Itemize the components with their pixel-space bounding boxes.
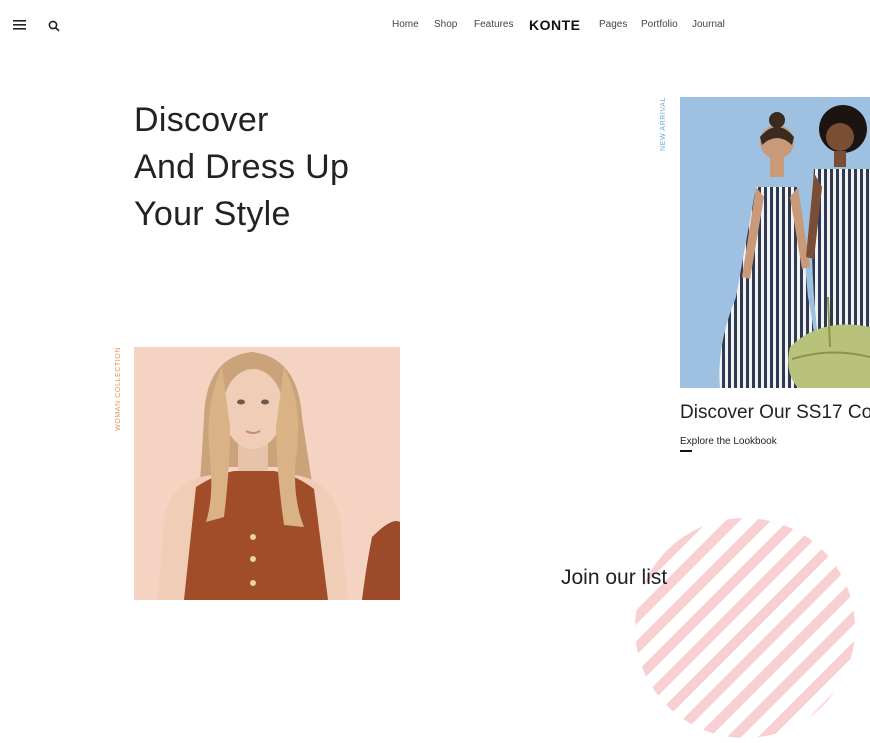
brand-logo[interactable]: KONTE: [529, 17, 581, 33]
nav-pages[interactable]: Pages: [599, 19, 627, 30]
newsletter-title: Join our list: [561, 566, 668, 589]
striped-circle-decoration: [635, 518, 855, 738]
nav-home[interactable]: Home: [392, 19, 419, 30]
hero-heading-line-3: Your Style: [134, 195, 291, 233]
hamburger-menu-icon[interactable]: [13, 16, 33, 36]
new-arrival-image[interactable]: [680, 97, 870, 388]
hero-heading-line-1: Discover: [134, 101, 269, 139]
woman-collection-label: WOMAN COLLECTION: [115, 347, 122, 431]
link-underline: [680, 450, 692, 452]
nav-journal[interactable]: Journal: [692, 19, 725, 30]
nav-portfolio[interactable]: Portfolio: [641, 19, 678, 30]
nav-features[interactable]: Features: [474, 19, 513, 30]
site-header: Home Shop Features KONTE Pages Portfolio…: [0, 0, 870, 52]
nav-shop[interactable]: Shop: [434, 19, 457, 30]
hero-heading-line-2: And Dress Up: [134, 148, 350, 186]
collection-title[interactable]: Discover Our SS17 Colle: [680, 402, 870, 424]
search-icon[interactable]: [48, 16, 68, 36]
explore-lookbook-link[interactable]: Explore the Lookbook: [680, 436, 777, 447]
woman-collection-image[interactable]: [134, 347, 400, 600]
new-arrival-label: NEW ARRIVAL: [660, 97, 667, 151]
